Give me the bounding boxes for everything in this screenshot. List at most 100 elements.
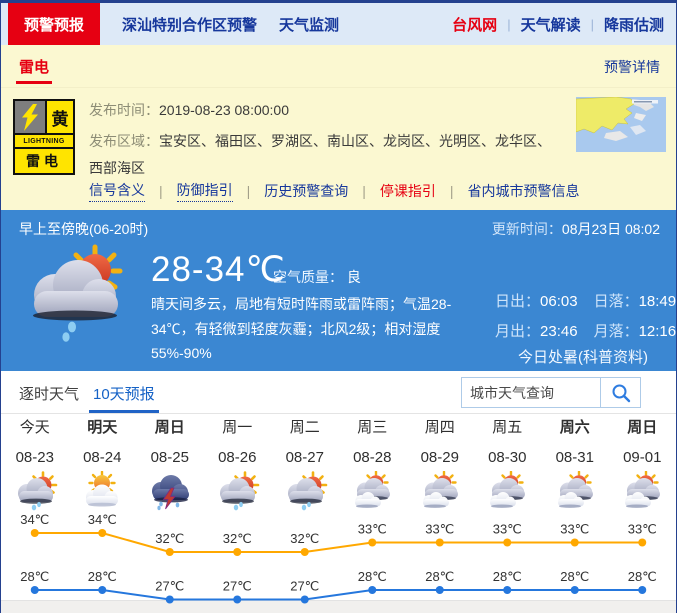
ten-day-forecast: 今天 08-23 明天08-24 周日 08-25 周一08-26 xyxy=(1,414,676,613)
low-temp-point xyxy=(301,596,309,604)
forecast-day-column[interactable]: 周二08-27 xyxy=(271,414,339,511)
date-label: 08-25 xyxy=(136,449,204,466)
publish-time-row: 发布时间：2019-08-23 08:00:00 xyxy=(89,100,289,120)
forecast-day-column[interactable]: 今天 08-23 xyxy=(1,414,69,511)
high-temp-point xyxy=(31,529,39,537)
day-label: 今天 xyxy=(1,419,69,437)
tab-ten-day-forecast[interactable]: 10天预报 xyxy=(93,383,155,404)
low-temp-label: 28℃ xyxy=(425,569,454,584)
cloudy-sun-icon xyxy=(474,471,542,511)
high-temp-label: 33℃ xyxy=(358,522,387,537)
badge-top-row: 黄 xyxy=(15,101,73,135)
nav-rain-estimate[interactable]: 降雨估测 xyxy=(604,14,664,35)
low-temp-line xyxy=(35,590,643,600)
low-temp-point xyxy=(166,596,174,604)
publish-time-label: 发布时间： xyxy=(89,102,159,118)
low-temp-label: 28℃ xyxy=(88,569,117,584)
low-temp-label: 28℃ xyxy=(493,569,522,584)
forecast-day-column[interactable]: 周五 08-30 xyxy=(474,414,542,511)
link-history-query[interactable]: 历史预警查询 xyxy=(264,181,348,201)
forecast-day-column[interactable]: 周四 08-29 xyxy=(406,414,474,511)
link-defense-guide[interactable]: 防御指引 xyxy=(177,180,233,202)
link-province-warnings[interactable]: 省内城市预警信息 xyxy=(468,181,580,201)
date-label: 08-30 xyxy=(474,449,542,466)
day-label: 周日 xyxy=(136,419,204,437)
high-temp-label: 33℃ xyxy=(560,522,589,537)
nav-weather-monitor[interactable]: 天气监测 xyxy=(279,14,339,35)
update-time-value: 08月23日 08:02 xyxy=(562,221,660,237)
day-label: 周四 xyxy=(406,419,474,437)
alert-type-bar: 雷电 预警详情 xyxy=(1,45,676,88)
low-temp-point xyxy=(368,586,376,594)
high-temp-line xyxy=(35,533,643,552)
current-weather-panel: 早上至傍晚(06-20时) 更新时间：08月23日 08:02 28-34℃ 空… xyxy=(1,210,676,371)
cloudy-sun-icon xyxy=(609,471,677,511)
alert-detail-link[interactable]: 预警详情 xyxy=(604,57,660,77)
tab-lightning-alert[interactable]: 雷电 xyxy=(19,56,49,77)
cloudy-sun-icon xyxy=(339,471,407,511)
solar-term-link[interactable]: 今日处暑(科普资料) xyxy=(518,346,648,367)
forecast-day-column[interactable]: 周日09-01 xyxy=(609,414,677,511)
forecast-day-column[interactable]: 周三08-28 xyxy=(339,414,407,511)
update-time: 更新时间：08月23日 08:02 xyxy=(492,219,660,239)
link-signal-meaning[interactable]: 信号含义 xyxy=(89,180,145,202)
date-label: 08-29 xyxy=(406,449,474,466)
warning-area-map[interactable] xyxy=(576,97,666,152)
air-quality: 空气质量： 良 xyxy=(273,267,361,287)
low-temp-label: 27℃ xyxy=(223,579,252,594)
search-input[interactable] xyxy=(461,377,601,408)
high-temp-point xyxy=(571,539,579,547)
day-label: 周五 xyxy=(474,419,542,437)
badge-grade-label: 黄 xyxy=(47,101,73,133)
tab-hourly-weather[interactable]: 逐时天气 xyxy=(19,383,79,404)
date-label: 08-23 xyxy=(1,449,69,466)
moonset: 月落：12:16 xyxy=(594,320,677,341)
lightning-warning-badge[interactable]: 黄 LIGHTNING 雷电 xyxy=(13,99,75,175)
high-temp-point xyxy=(638,539,646,547)
nav-typhoon-site[interactable]: 台风网 xyxy=(452,14,497,35)
warning-section: 黄 LIGHTNING 雷电 发布时间：2019-08-23 08:00:00 … xyxy=(1,88,676,210)
forecast-day-column[interactable]: 明天08-24 xyxy=(69,414,137,511)
day-label: 周二 xyxy=(271,419,339,437)
low-temp-point xyxy=(98,586,106,594)
link-separator: | xyxy=(159,183,163,199)
active-tab-underline xyxy=(16,81,52,84)
shower-sun-icon xyxy=(271,471,339,511)
temp-range: 28-34℃ xyxy=(151,250,286,290)
forecast-day-column[interactable]: 周日 08-25 xyxy=(136,414,204,511)
air-quality-value: 良 xyxy=(347,269,361,285)
low-temp-label: 28℃ xyxy=(560,569,589,584)
low-temp-label: 28℃ xyxy=(20,569,49,584)
forecast-day-column[interactable]: 周六08-31 xyxy=(541,414,609,511)
high-temp-point xyxy=(368,539,376,547)
nav-shenshan-warning[interactable]: 深汕特别合作区预警 xyxy=(122,14,257,35)
active-tab-underline xyxy=(89,410,159,413)
cloudy-sun-icon xyxy=(541,471,609,511)
sunrise: 日出：06:03 xyxy=(495,290,578,311)
nav-weather-explain[interactable]: 天气解读 xyxy=(521,14,581,35)
day-label: 周一 xyxy=(204,419,272,437)
forecast-day-column[interactable]: 周一08-26 xyxy=(204,414,272,511)
link-class-suspension[interactable]: 停课指引 xyxy=(380,181,436,201)
search-button[interactable] xyxy=(601,377,641,408)
current-weather-icon-shower-sun xyxy=(15,243,135,345)
high-temp-label: 33℃ xyxy=(493,522,522,537)
high-temp-label: 32℃ xyxy=(155,531,184,546)
high-temp-point xyxy=(301,548,309,556)
sunset: 日落：18:49 xyxy=(594,290,677,311)
high-temp-label: 33℃ xyxy=(628,522,657,537)
high-temp-point xyxy=(233,548,241,556)
nav-separator: | xyxy=(507,17,510,32)
date-label: 08-24 xyxy=(69,449,137,466)
forecast-period-label: 早上至傍晚(06-20时) xyxy=(19,219,148,239)
astro-info: 日出：06:03 日落：18:49 月出：23:46 月落：12:16 xyxy=(495,290,676,350)
update-time-label: 更新时间： xyxy=(492,221,562,237)
forecast-tabs-row: 逐时天气 10天预报 xyxy=(1,371,676,414)
date-label: 08-31 xyxy=(541,449,609,466)
tab-warning-forecast[interactable]: 预警预报 xyxy=(8,3,100,45)
thunderstorm-icon xyxy=(136,471,204,511)
shower-sun-icon xyxy=(204,471,272,511)
low-temp-point xyxy=(638,586,646,594)
low-temp-label: 28℃ xyxy=(628,569,657,584)
link-separator: | xyxy=(450,183,454,199)
